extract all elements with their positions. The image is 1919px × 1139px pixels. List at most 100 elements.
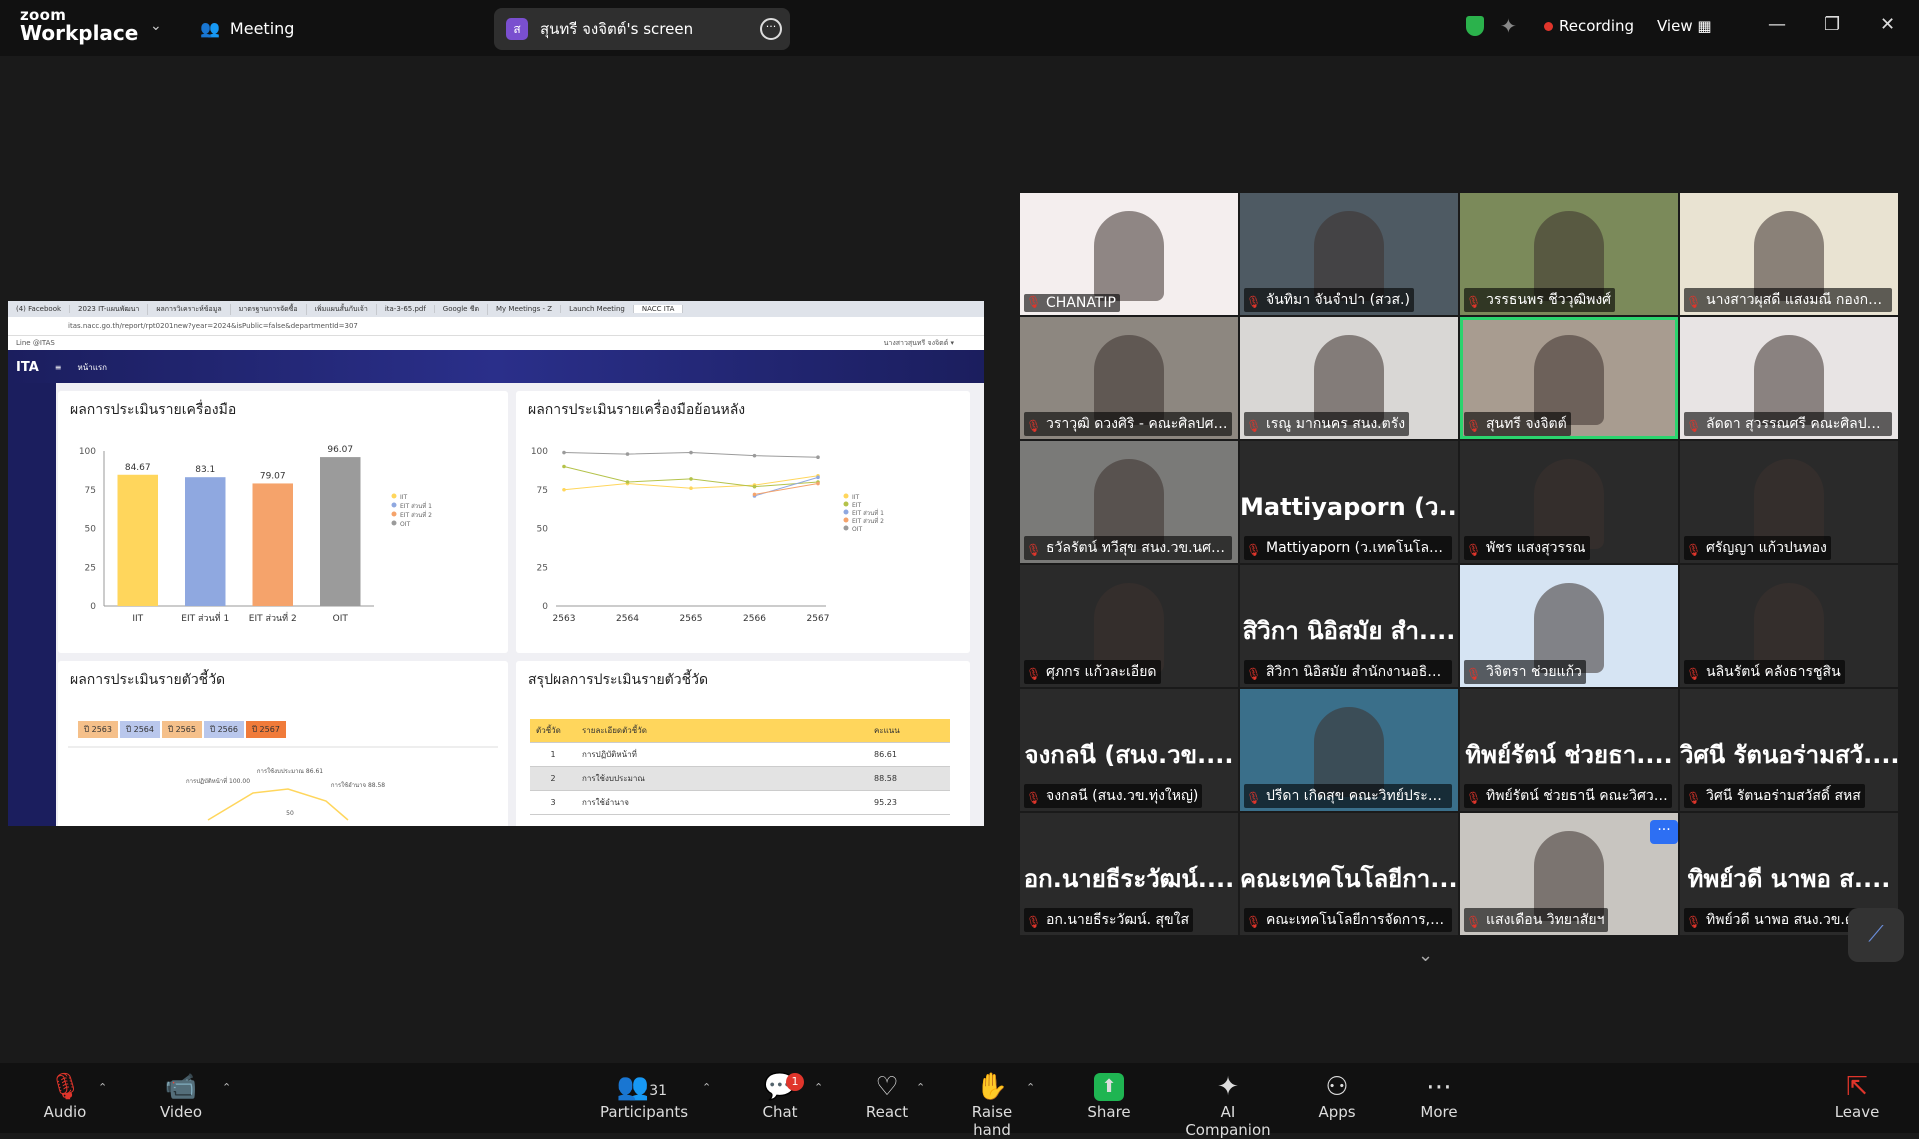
mic-muted-icon: 🎙 [1466,419,1482,433]
participant-tile[interactable]: 🎙 วิจิตรา ช่วยแก้ว [1460,565,1678,687]
participant-tile[interactable]: 🎙 วราวุฒิ ดวงศิริ - คณะศิลปศาส... [1020,317,1238,439]
participant-tile[interactable]: 🎙 วรรธนพร ชีววุฒิพงศ์ [1460,193,1678,315]
browser-tab[interactable]: ผลการวิเคราะห์ข้อมูล [148,303,231,315]
video-caret-icon[interactable]: ⌃ [222,1081,231,1094]
user-menu[interactable]: นางสาวสุนทรี จงจิตต์ ▾ [884,338,954,349]
participant-tile[interactable]: 🎙 ศุภกร แก้วละเอียด [1020,565,1238,687]
browser-tab[interactable]: NACC ITA [633,305,684,313]
participant-tile[interactable]: ทิพย์รัตน์ ช่วยธา.... 🎙 ทิพย์รัตน์ ช่วยธาน… [1460,689,1678,811]
scroll-down-chevron-icon[interactable]: ⌄ [1418,945,1433,966]
radar-series [207,788,349,821]
participants-button[interactable]: 👥31 Participants [600,1071,689,1121]
recording-indicator[interactable]: Recording [1544,17,1634,35]
chat-caret-icon[interactable]: ⌃ [814,1081,823,1094]
react-button[interactable]: ♡ React [864,1071,910,1121]
tool-score-card: ผลการประเมินรายเครื่องมือ 0 25 50 75 100 84.6… [58,391,508,653]
browser-tab[interactable]: (4) Facebook [8,305,71,313]
participant-tile[interactable]: 🎙 สุนทรี จงจิตต์ [1460,317,1678,439]
mic-muted-icon: 🎙 [1686,791,1702,805]
ai-sparkle-icon[interactable]: ✦ [1500,14,1517,38]
hamburger-menu-icon[interactable]: ≡ [55,363,62,372]
participant-tile[interactable]: 🎙 เรณู มากนคร สนง.ตรัง [1240,317,1458,439]
tile-more-options-button[interactable]: ··· [1650,820,1678,844]
security-shield-icon[interactable] [1466,16,1484,36]
browser-tab[interactable]: มาตรฐานการจัดซื้อ [231,303,307,315]
participant-tile[interactable]: อก.นายธีระวัฒน์.... 🎙 อก.นายธีระวัฒน์. สุข… [1020,813,1238,935]
share-button[interactable]: ⬆ Share [1084,1071,1134,1121]
audio-button[interactable]: 🎙 Audio [40,1071,90,1121]
participants-caret-icon[interactable]: ⌃ [702,1081,711,1094]
participant-tile[interactable]: 🎙 ลัดดา สุวรรณศรี คณะศิลปศา... [1680,317,1898,439]
browser-tab[interactable]: My Meetings - Z [488,305,562,313]
browser-tab[interactable]: Launch Meeting [561,305,634,313]
raise-hand-caret-icon[interactable]: ⌃ [1026,1081,1035,1094]
react-caret-icon[interactable]: ⌃ [916,1081,925,1094]
chat-button[interactable]: 💬 1 Chat [760,1071,804,1121]
table-cell: การปฏิบัติหน้าที่ [576,742,868,767]
participant-tile[interactable]: จงกลนี (สนง.วข.... 🎙 จงกลนี (สนง.วข.ทุ่งให… [1020,689,1238,811]
year-button[interactable]: ปี 2565 [161,721,202,738]
bookmark-item[interactable]: Line @ITAS [16,339,55,347]
participant-tile[interactable]: สิวิกา นิอิสมัย สำ.... 🎙 สิวิกา นิอิสมัย ส… [1240,565,1458,687]
year-button[interactable]: ปี 2567 [245,721,286,738]
ai-companion-label: AI Companion [1185,1103,1271,1139]
floating-companion-icon[interactable]: ⟋ [1848,908,1904,962]
participant-tile[interactable]: 🎙 พัชร แสงสุวรรณ [1460,441,1678,563]
participants-label: Participants [600,1103,689,1121]
participant-tile[interactable]: 🎙 CHANATIP [1020,193,1238,315]
url-text: itas.nacc.go.th/report/rpt0201new?year=2… [68,322,358,330]
table-row: 2 การใช้งบประมาณ 88.58 [530,766,950,791]
indicator-score-title: ผลการประเมินรายตัวชี้วัด [70,672,226,688]
participant-tile[interactable]: 🎙 จันทิมา จันจำปา (สวส.) [1240,193,1458,315]
table-cell: 95.23 [868,790,950,815]
browser-tab[interactable]: Google ชีต [435,303,489,315]
table-header-row: ตัวชี้วัด รายละเอียดตัวชี้วัด คะแนน [530,719,950,743]
radar-chart: การปฏิบัติหน้าที่ 100.00 การใช้งบประมาณ 8… [68,746,498,821]
participant-tile[interactable]: 🎙 ธวัลรัตน์ ทวีสุข สนง.วข.นศ. ไ... [1020,441,1238,563]
more-options-icon[interactable]: ··· [760,18,782,40]
audio-caret-icon[interactable]: ⌃ [98,1081,107,1094]
browser-url-bar[interactable]: itas.nacc.go.th/report/rpt0201new?year=2… [8,317,984,336]
year-button[interactable]: ปี 2566 [203,721,244,738]
video-button[interactable]: 📹 Video [156,1071,206,1121]
browser-tab[interactable]: เพิ่มแผนสั้นกับเจ้า [307,303,377,315]
participant-tile[interactable]: 🎙 ศรัญญา แก้วปนทอง [1680,441,1898,563]
participant-name: วราวุฒิ ดวงศิริ - คณะศิลปศาส... [1024,412,1232,436]
screen-share-pill[interactable]: ส สุนทรี จงจิตต์'s screen ··· [494,8,790,50]
nav-home-link[interactable]: หน้าแรก [77,361,107,374]
history-score-card: ผลการประเมินรายเครื่องมือย้อนหลัง 0 25 50 7… [516,391,970,653]
bar-value-label: 84.67 [125,463,151,473]
data-point [752,492,757,497]
leave-button[interactable]: ⇱ Leave [1834,1071,1880,1121]
participant-tile[interactable]: 🎙 ปรีดา เกิดสุข คณะวิทย์ประมง ... [1240,689,1458,811]
table-cell: 3 [530,790,576,815]
year-button[interactable]: ปี 2563 [78,721,118,738]
participant-tile[interactable]: วิศนี รัตนอร่ามสวั.... 🎙 วิศนี รัตนอร่ามสว… [1680,689,1898,811]
more-dots-icon: ⋯ [1426,1072,1452,1102]
chevron-down-icon[interactable]: ⌄ [150,18,162,34]
legend-swatch [843,509,849,515]
meeting-menu[interactable]: 👥 Meeting [200,19,294,38]
year-button[interactable]: ปี 2564 [119,721,160,738]
participant-tile[interactable]: Mattiyaporn (ว.... 🎙 Mattiyaporn (ว.เทคโนโ… [1240,441,1458,563]
participant-tile[interactable]: 🎙 นางสาวผุสดี แสงมณี กองกลาง [1680,193,1898,315]
more-button[interactable]: ⋯ More [1416,1071,1462,1121]
mic-muted-icon: 🎙 [1686,419,1702,433]
browser-tab[interactable]: ita-3-65.pdf [377,305,435,313]
close-icon[interactable]: ✕ [1880,14,1895,35]
participant-tile[interactable]: 🎙 นลินรัตน์ คลังธารชูสิน [1680,565,1898,687]
leave-label: Leave [1834,1103,1880,1121]
participant-tile[interactable]: 🎙 แสงเดือน วิทยาสัยฯ [1460,813,1678,935]
table-cell: การใช้งบประมาณ [576,766,868,791]
legend-swatch [391,502,397,508]
ai-companion-button[interactable]: ✦ AI Companion [1176,1071,1280,1139]
browser-tab[interactable]: 2023 IT-แผนพัฒนา [70,303,149,315]
mic-muted-icon: 🎙 [1026,419,1042,433]
minimize-icon[interactable]: — [1768,14,1786,35]
apps-button[interactable]: ⚇ Apps [1316,1071,1358,1121]
restore-icon[interactable]: ❐ [1824,14,1840,35]
view-button[interactable]: View ▦ [1657,17,1712,35]
participant-tile[interactable]: คณะเทคโนโลยีกา.... 🎙 คณะเทคโนโลยีการจัดการ… [1240,813,1458,935]
data-point [752,453,757,458]
raise-hand-button[interactable]: ✋ Raise hand [952,1071,1032,1139]
